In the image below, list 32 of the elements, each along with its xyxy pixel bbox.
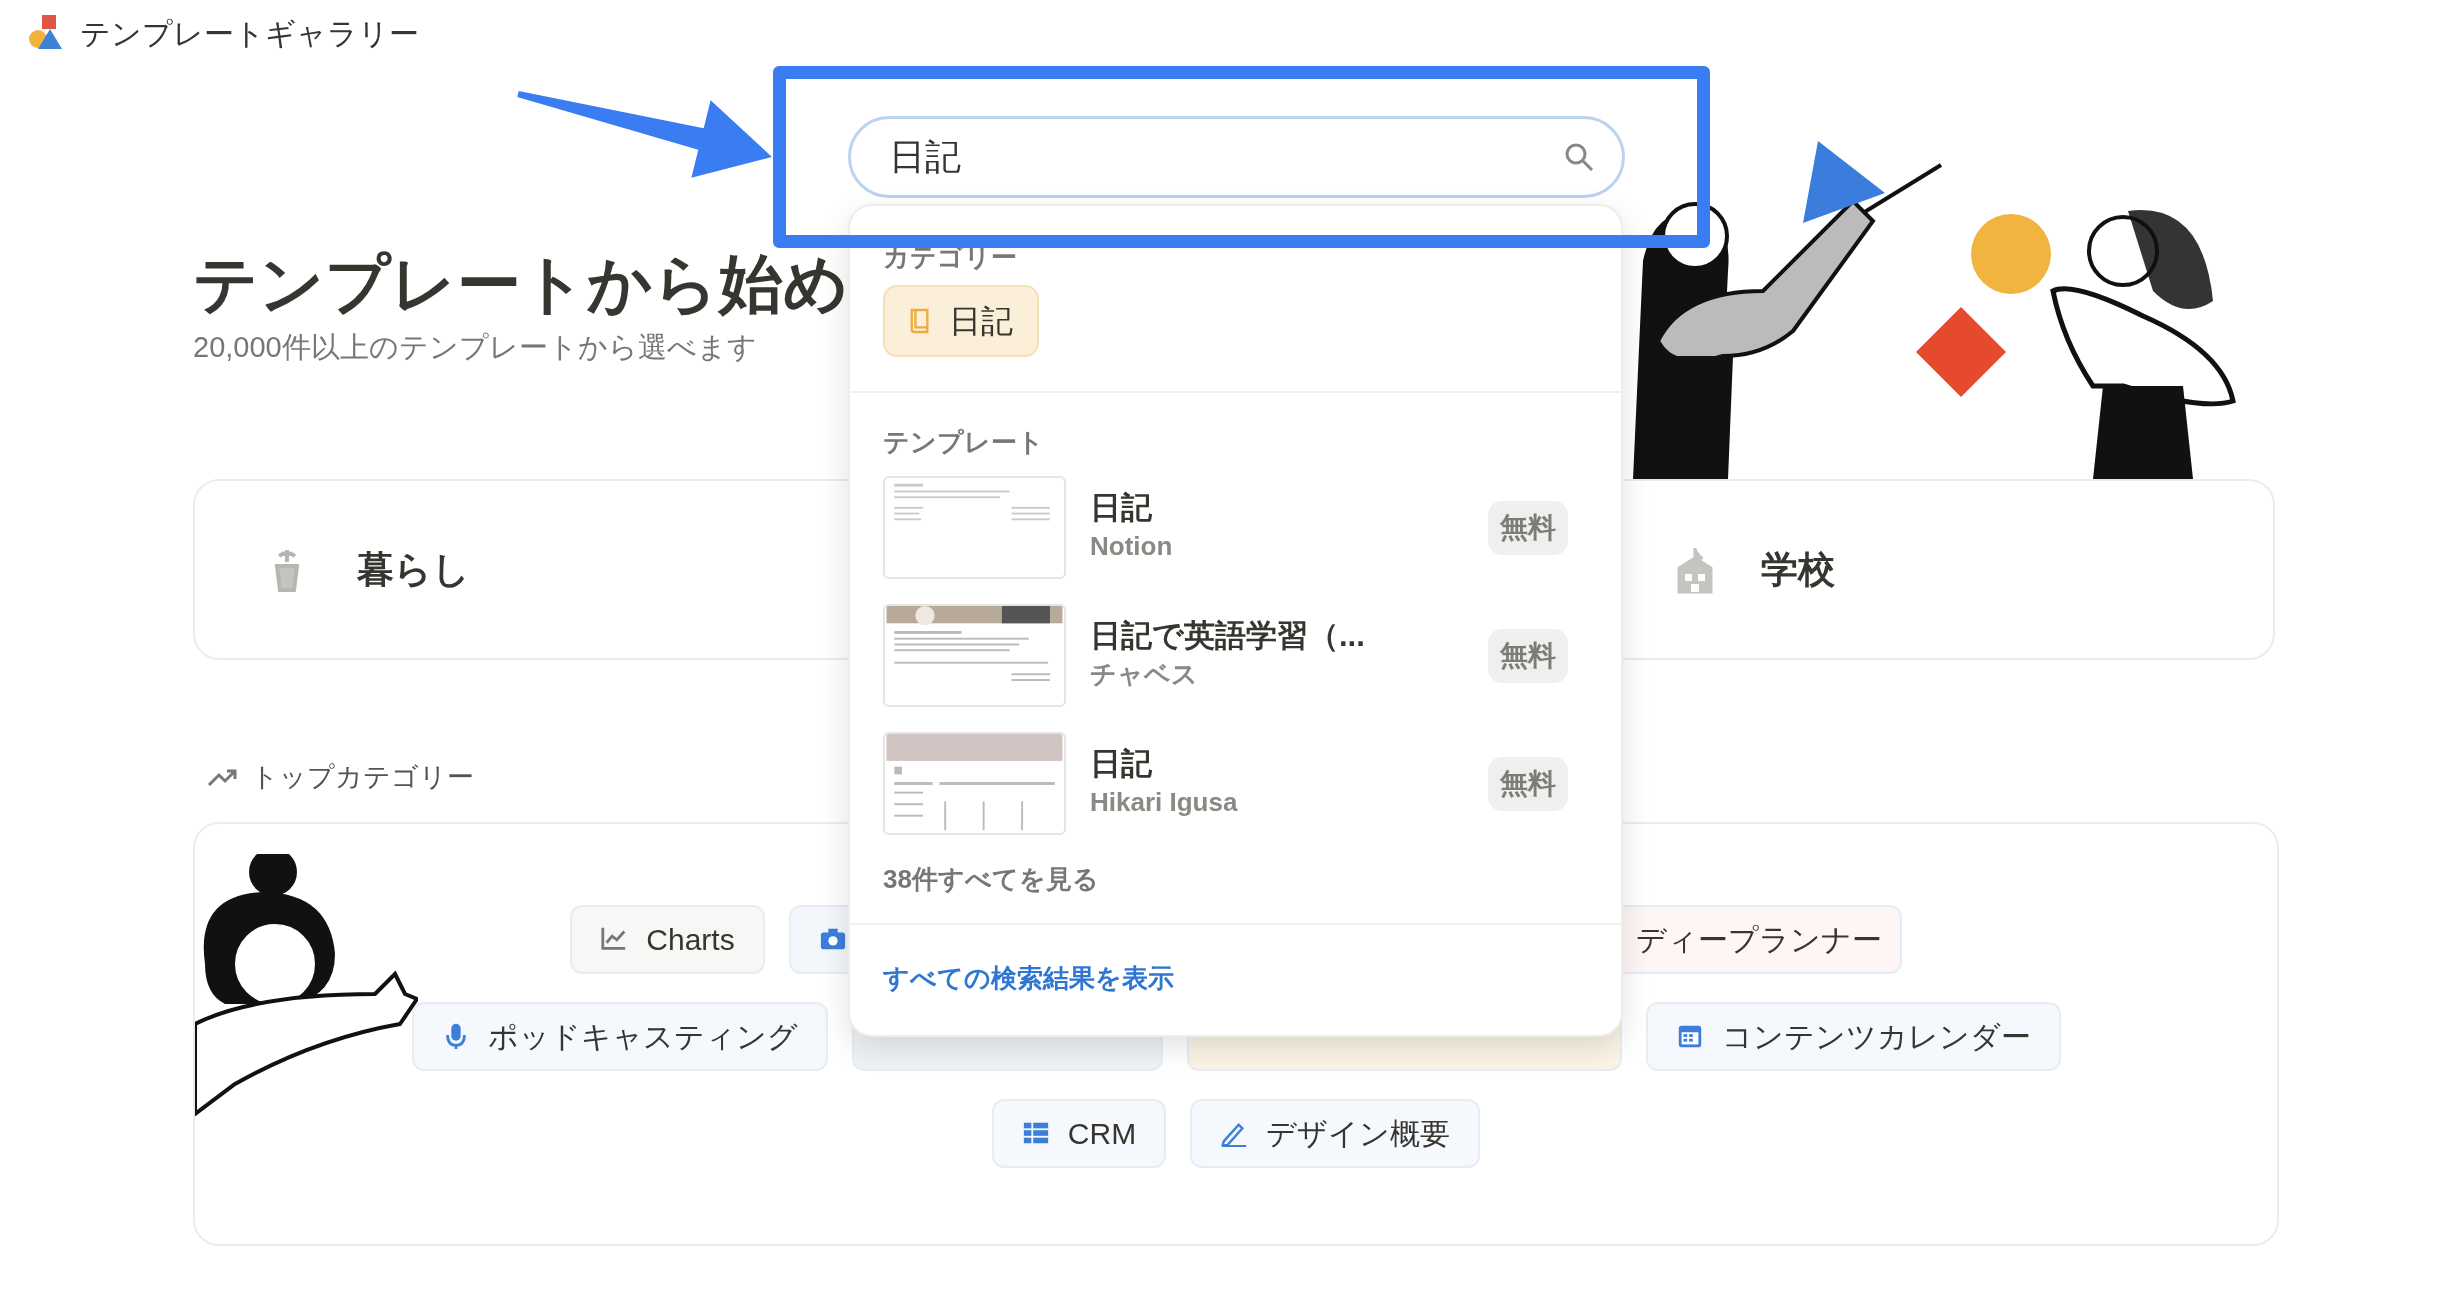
hero-heading: テンプレートから始め	[193, 248, 849, 322]
section-heading: トップカテゴリー	[251, 761, 474, 794]
template-item[interactable]: 日記で英語学習（... チャベス 無料	[883, 604, 1588, 707]
page-title: テンプレートギャラリー	[80, 15, 419, 52]
trend-icon	[207, 767, 237, 788]
category-chip[interactable]: デザイン概要	[1190, 1098, 1481, 1168]
category-label: 学校	[1761, 547, 1835, 592]
show-all-results-link[interactable]: すべての検索結果を表示	[883, 963, 1174, 993]
see-all-link[interactable]: 38件すべてを見る	[883, 860, 1099, 899]
template-title: 日記	[1090, 488, 1153, 527]
category-chip[interactable]: CRM	[991, 1098, 1167, 1168]
template-title: 日記	[1090, 744, 1153, 783]
hero-subtitle: 20,000件以上のテンプレートから選べます	[193, 329, 758, 365]
search-field[interactable]: 日記	[848, 116, 1625, 198]
template-author: チャベス	[1090, 658, 1199, 692]
category-chip[interactable]: コンテンツカレンダー	[1645, 1001, 2061, 1071]
category-chip[interactable]: 日記	[883, 285, 1039, 357]
template-item[interactable]: 日記 Hikari Igusa 無料	[883, 732, 1588, 835]
logo-icon	[28, 15, 64, 51]
category-chip[interactable]: Charts	[570, 904, 765, 974]
template-author: Notion	[1090, 530, 1174, 564]
search-icon	[1563, 141, 1595, 173]
price-tag: 無料	[1488, 628, 1568, 683]
price-tag: 無料	[1488, 500, 1568, 555]
category-chip[interactable]: ポッドキャスティング	[411, 1001, 828, 1071]
price-tag: 無料	[1488, 756, 1568, 811]
book-icon	[909, 307, 931, 335]
template-item[interactable]: 日記 Notion 無料	[883, 476, 1588, 579]
category-label: 暮らし	[357, 547, 470, 592]
template-author: Hikari Igusa	[1090, 786, 1239, 820]
dropdown-heading: テンプレート	[883, 426, 1045, 459]
template-title: 日記で英語学習（...	[1090, 616, 1366, 655]
